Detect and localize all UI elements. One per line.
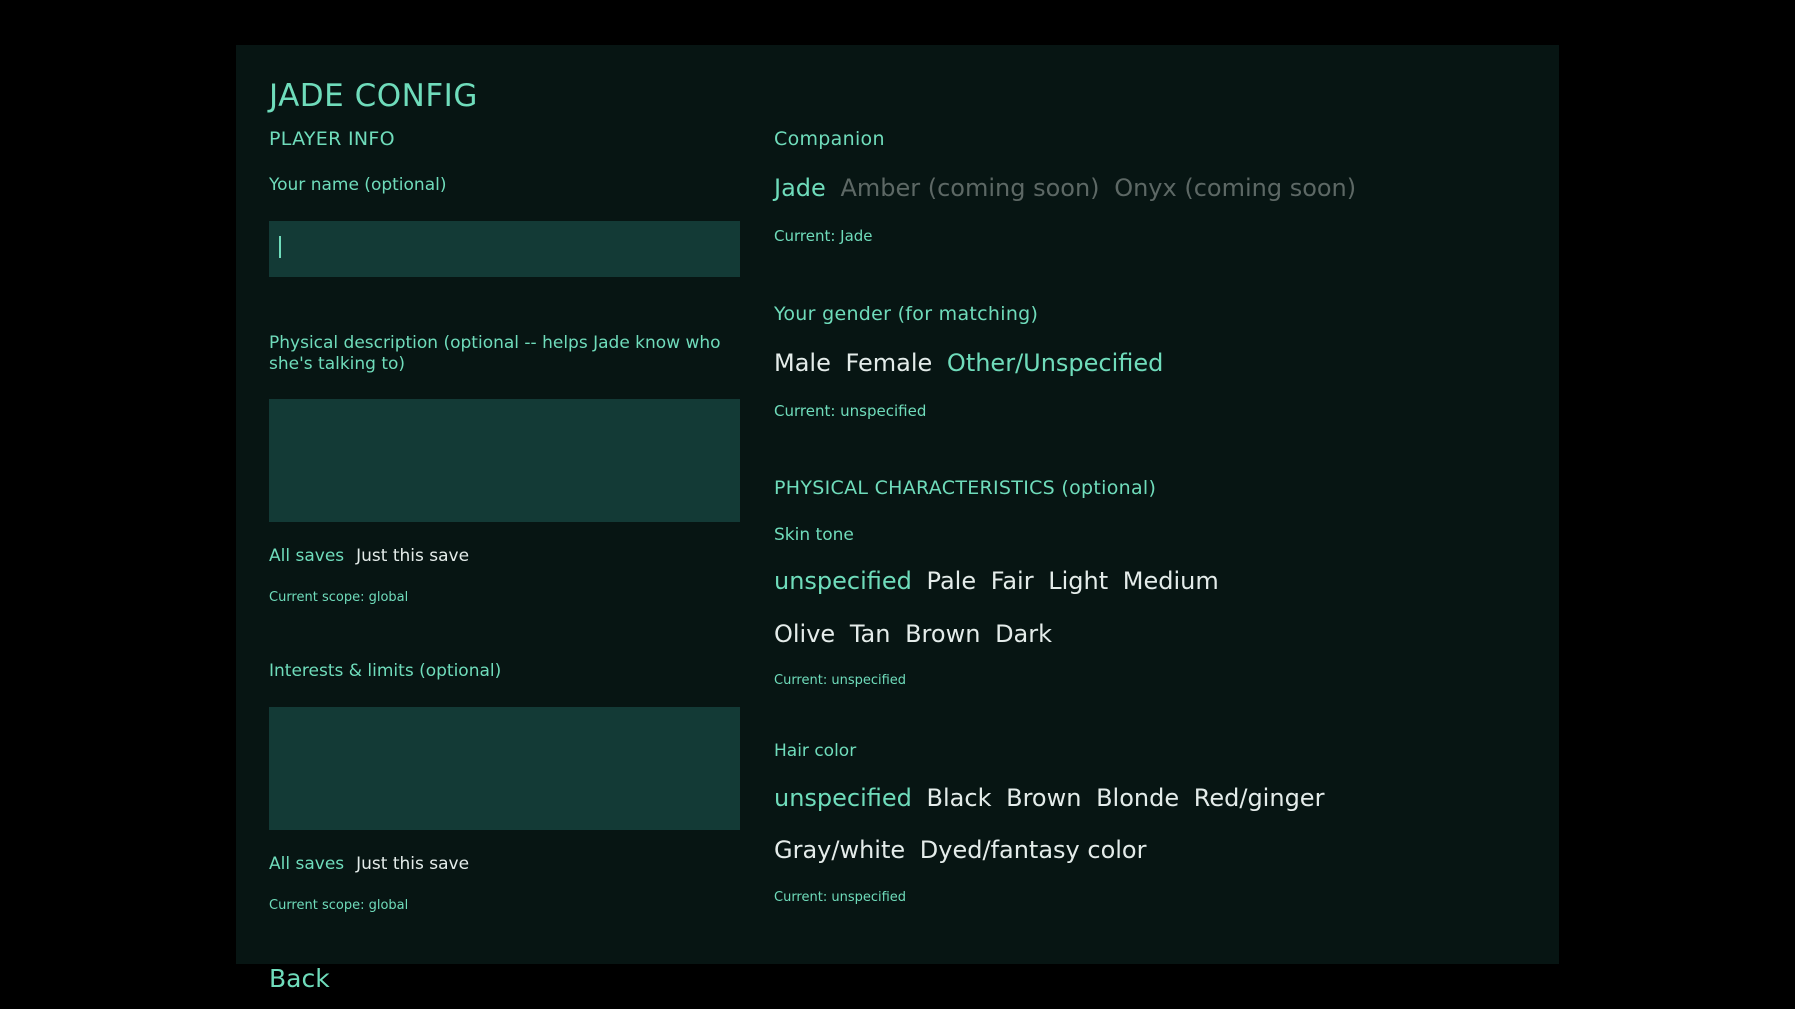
hair-color-options-row1: unspecified Black Brown Blonde Red/ginge… xyxy=(774,784,1331,812)
hair-color-current: Current: unspecified xyxy=(774,890,907,905)
interests-scope-options: All saves Just this save xyxy=(269,854,481,874)
gender-option-female[interactable]: Female xyxy=(846,349,933,377)
interests-input[interactable] xyxy=(269,707,740,830)
physical-scope-just-this-save[interactable]: Just this save xyxy=(356,546,469,566)
page-title: JADE CONFIG xyxy=(269,78,478,114)
skin-tone-options-row1: unspecified Pale Fair Light Medium xyxy=(774,567,1226,595)
gender-heading: Your gender (for matching) xyxy=(774,303,1039,325)
hair-color-option-gray-white[interactable]: Gray/white xyxy=(774,836,905,864)
hair-color-option-red-ginger[interactable]: Red/ginger xyxy=(1194,784,1325,812)
text-caret xyxy=(279,236,281,258)
player-info-heading: PLAYER INFO xyxy=(269,128,395,150)
physical-scope-options: All saves Just this save xyxy=(269,546,481,566)
hair-color-option-blonde[interactable]: Blonde xyxy=(1096,784,1179,812)
companion-options: Jade Amber (coming soon) Onyx (coming so… xyxy=(774,174,1363,202)
skin-tone-option-unspecified[interactable]: unspecified xyxy=(774,567,912,595)
skin-tone-options-row2: Olive Tan Brown Dark xyxy=(774,620,1059,648)
physical-scope-current: Current scope: global xyxy=(269,590,409,605)
gender-option-male[interactable]: Male xyxy=(774,349,831,377)
physical-description-input[interactable] xyxy=(269,399,740,522)
gender-options: Male Female Other/Unspecified xyxy=(774,349,1170,377)
gender-option-other[interactable]: Other/Unspecified xyxy=(947,349,1164,377)
hair-color-option-dyed-fantasy[interactable]: Dyed/fantasy color xyxy=(920,836,1147,864)
skin-tone-option-fair[interactable]: Fair xyxy=(991,567,1034,595)
skin-tone-option-light[interactable]: Light xyxy=(1048,567,1108,595)
skin-tone-current: Current: unspecified xyxy=(774,673,907,688)
skin-tone-option-olive[interactable]: Olive xyxy=(774,620,835,648)
name-label: Your name (optional) xyxy=(269,175,447,195)
hair-color-option-black[interactable]: Black xyxy=(927,784,992,812)
interests-scope-current: Current scope: global xyxy=(269,898,409,913)
companion-heading: Companion xyxy=(774,128,885,150)
physical-description-label: Physical description (optional -- helps … xyxy=(269,333,721,374)
skin-tone-option-tan[interactable]: Tan xyxy=(850,620,891,648)
companion-option-onyx: Onyx (coming soon) xyxy=(1114,174,1357,202)
skin-tone-option-dark[interactable]: Dark xyxy=(995,620,1052,648)
back-button[interactable]: Back xyxy=(269,964,330,993)
name-input[interactable] xyxy=(269,221,740,277)
gender-current: Current: unspecified xyxy=(774,402,927,420)
hair-color-label: Hair color xyxy=(774,741,857,761)
physical-scope-all-saves[interactable]: All saves xyxy=(269,546,344,566)
skin-tone-label: Skin tone xyxy=(774,525,854,545)
skin-tone-option-pale[interactable]: Pale xyxy=(927,567,977,595)
interests-scope-all-saves[interactable]: All saves xyxy=(269,854,344,874)
hair-color-options-row2: Gray/white Dyed/fantasy color xyxy=(774,836,1153,864)
companion-current: Current: Jade xyxy=(774,227,873,245)
companion-option-jade[interactable]: Jade xyxy=(774,174,826,202)
hair-color-option-brown[interactable]: Brown xyxy=(1006,784,1081,812)
interests-scope-just-this-save[interactable]: Just this save xyxy=(356,854,469,874)
skin-tone-option-medium[interactable]: Medium xyxy=(1123,567,1219,595)
hair-color-option-unspecified[interactable]: unspecified xyxy=(774,784,912,812)
companion-option-amber: Amber (coming soon) xyxy=(840,174,1100,202)
interests-label: Interests & limits (optional) xyxy=(269,661,502,681)
skin-tone-option-brown[interactable]: Brown xyxy=(905,620,980,648)
physical-characteristics-heading: PHYSICAL CHARACTERISTICS (optional) xyxy=(774,477,1157,499)
